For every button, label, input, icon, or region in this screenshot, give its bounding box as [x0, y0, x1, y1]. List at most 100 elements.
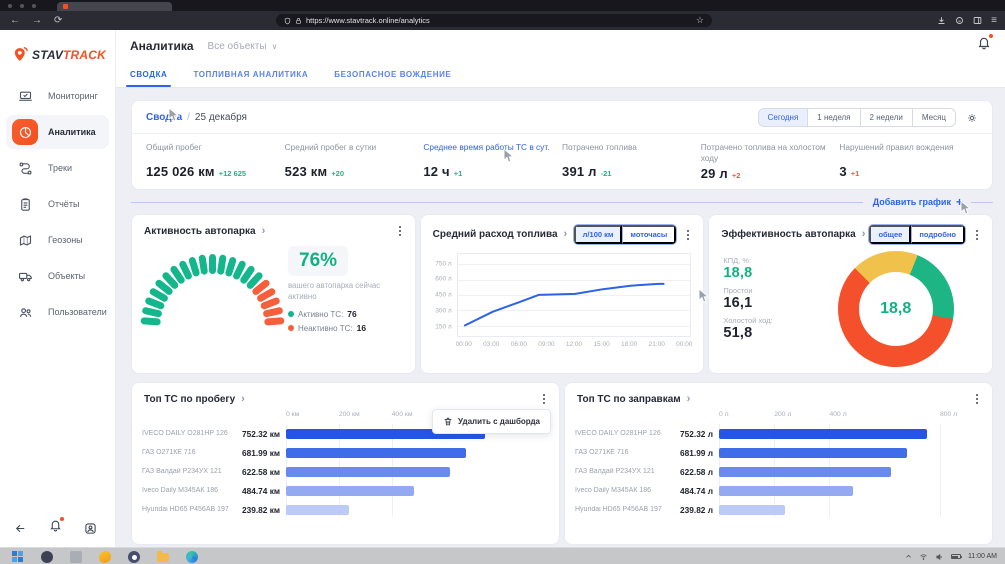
toggle-button[interactable]: общее [869, 225, 911, 244]
sidebar-item-label: Мониторинг [48, 91, 98, 101]
sidebar-item-objects[interactable]: Объекты [6, 259, 109, 293]
vehicle-value: 622.58 км [238, 467, 280, 477]
taskbar-app-icon[interactable] [41, 551, 53, 563]
sidebar-item-geozones[interactable]: Геозоны [6, 223, 109, 257]
chevron-right-icon[interactable]: › [687, 394, 691, 405]
period-button[interactable]: Месяц [912, 108, 956, 127]
kebab-menu-icon[interactable] [683, 228, 693, 242]
gear-icon[interactable] [966, 112, 978, 124]
kebab-menu-icon[interactable] [395, 224, 405, 238]
y-tick-label: 450 л [435, 292, 451, 299]
kebab-menu-icon[interactable] [972, 228, 982, 242]
kebab-menu-icon[interactable] [972, 392, 982, 406]
sidebar-item-users[interactable]: Пользователи [6, 295, 109, 329]
speaker-icon[interactable] [935, 553, 944, 561]
bar-axis: 0 л200 л400 л800 л [719, 408, 980, 424]
efficiency-stat-label: КПД, %: [723, 256, 809, 265]
efficiency-stat-label: Простои [723, 286, 809, 295]
sidebar-item-monitoring[interactable]: Мониторинг [6, 79, 109, 113]
download-icon[interactable] [937, 16, 946, 25]
sidebar-panel-icon[interactable] [973, 16, 982, 25]
tray-expand-icon[interactable] [905, 553, 912, 560]
battery-icon[interactable] [951, 554, 961, 559]
top-mileage-title: Топ ТС по пробегу [144, 394, 235, 405]
notification-dot [989, 34, 993, 38]
stat-value: 523 км [285, 164, 328, 179]
sidebar-item-tracks[interactable]: Треки [6, 151, 109, 185]
summary-title-link[interactable]: Сводка [146, 112, 182, 123]
delete-from-dashboard-menu-item[interactable]: Удалить с дашборда [432, 409, 551, 434]
notification-dot [60, 517, 64, 521]
tab-item[interactable]: ТОПЛИВНАЯ АНАЛИТИКА [193, 70, 308, 87]
bar-track [286, 467, 547, 477]
axis-tick-label: 400 л [829, 411, 846, 418]
back-icon[interactable]: ← [10, 16, 20, 26]
bar-row: IVECO DAILY О281НР 126752.32 л [575, 424, 980, 443]
notifications-bell-icon[interactable] [49, 519, 62, 537]
objects-icon [12, 263, 38, 289]
hamburger-menu-icon[interactable]: ≡ [991, 15, 997, 26]
bar-row: Iveco Daily М345АК 186484.74 км [142, 481, 547, 500]
vehicle-value: 484.74 км [238, 486, 280, 496]
vehicle-name: Iveco Daily М345АК 186 [142, 487, 238, 494]
firefox-icon[interactable] [99, 551, 111, 563]
chevron-right-icon[interactable]: › [564, 229, 568, 240]
gauge-segment [140, 317, 160, 325]
kebab-menu-icon[interactable] [539, 392, 549, 406]
period-button[interactable]: Сегодня [758, 108, 809, 127]
account-icon[interactable] [84, 522, 97, 535]
collapse-sidebar-icon[interactable] [14, 522, 27, 535]
start-button-icon[interactable] [12, 551, 24, 563]
window-controls[interactable] [8, 4, 36, 8]
reload-icon[interactable]: ⟳ [54, 16, 62, 26]
bookmark-star-icon[interactable]: ☆ [696, 15, 704, 26]
summary-stat: Общий пробег125 026 км+12 625 [146, 142, 285, 181]
chevron-right-icon[interactable]: › [862, 229, 866, 240]
bar-track [286, 505, 547, 515]
period-button[interactable]: 2 недели [860, 108, 913, 127]
vehicle-value: 622.58 л [671, 467, 713, 477]
objects-filter-dropdown[interactable]: Все объекты ∨ [208, 41, 278, 52]
efficiency-stats: КПД, %:18,8Простои16,1Холостой ход:51,8 [723, 249, 809, 367]
sidebar-item-analytics[interactable]: Аналитика [6, 115, 109, 149]
stat-label[interactable]: Среднее время работы ТС в сут. [423, 142, 552, 162]
taskbar-app-icon[interactable] [70, 551, 82, 563]
clock[interactable]: 11:00 AM [968, 553, 997, 560]
trash-icon [443, 416, 453, 427]
tab-item[interactable]: БЕЗОПАСНОЕ ВОЖДЕНИЕ [334, 70, 451, 87]
period-button[interactable]: 1 неделя [807, 108, 860, 127]
bar-row: ГАЗ О271КЕ 716681.99 л [575, 443, 980, 462]
fuel-card: Средний расход топлива › л/100 кммоточас… [420, 214, 705, 374]
x-tick-label: 09:00 [538, 341, 554, 348]
fuel-bars: 0 л200 л400 л800 лIVECO DAILY О281НР 126… [565, 408, 992, 519]
vehicle-name: Iveco Daily М345АК 186 [575, 487, 671, 494]
extension-icon[interactable] [955, 16, 964, 25]
wifi-icon[interactable] [919, 553, 928, 561]
bar-row: Hyundai HD65 Р456АВ 197239.82 л [575, 500, 980, 519]
donut-center-value: 18,8 [880, 300, 911, 318]
toggle-button[interactable]: моточасы [622, 225, 676, 244]
news-bell-icon[interactable] [977, 36, 991, 55]
edge-browser-icon[interactable] [186, 551, 198, 563]
toggle-button[interactable]: л/100 км [574, 225, 623, 244]
file-explorer-icon[interactable] [157, 553, 169, 562]
browser-tab[interactable] [57, 2, 172, 11]
taskbar-app-icon[interactable] [128, 551, 140, 563]
chevron-right-icon[interactable]: › [241, 394, 245, 405]
add-chart-button[interactable]: Добавить график [873, 197, 951, 207]
vehicle-value: 752.32 л [671, 429, 713, 439]
toggle-button[interactable]: подробно [911, 225, 965, 244]
chevron-right-icon[interactable]: › [262, 226, 266, 237]
sidebar-item-label: Треки [48, 163, 72, 173]
vehicle-name: ГАЗ О271КЕ 716 [142, 449, 238, 456]
plus-icon[interactable]: + [956, 195, 963, 209]
tab-active[interactable]: СВОДКА [130, 70, 167, 87]
bar-fill [286, 505, 349, 515]
vehicle-name: IVECO DAILY О281НР 126 [142, 430, 238, 437]
forward-icon[interactable]: → [32, 16, 42, 26]
sidebar-item-reports[interactable]: Отчёты [6, 187, 109, 221]
stavtrack-logo[interactable]: STAVTRACK [0, 30, 115, 77]
legend-dot [288, 325, 294, 331]
activity-card: Активность автопарка › 76% вашего автопа… [131, 214, 416, 374]
url-bar[interactable]: https://www.stavtrack.online/analytics ☆ [276, 14, 712, 27]
